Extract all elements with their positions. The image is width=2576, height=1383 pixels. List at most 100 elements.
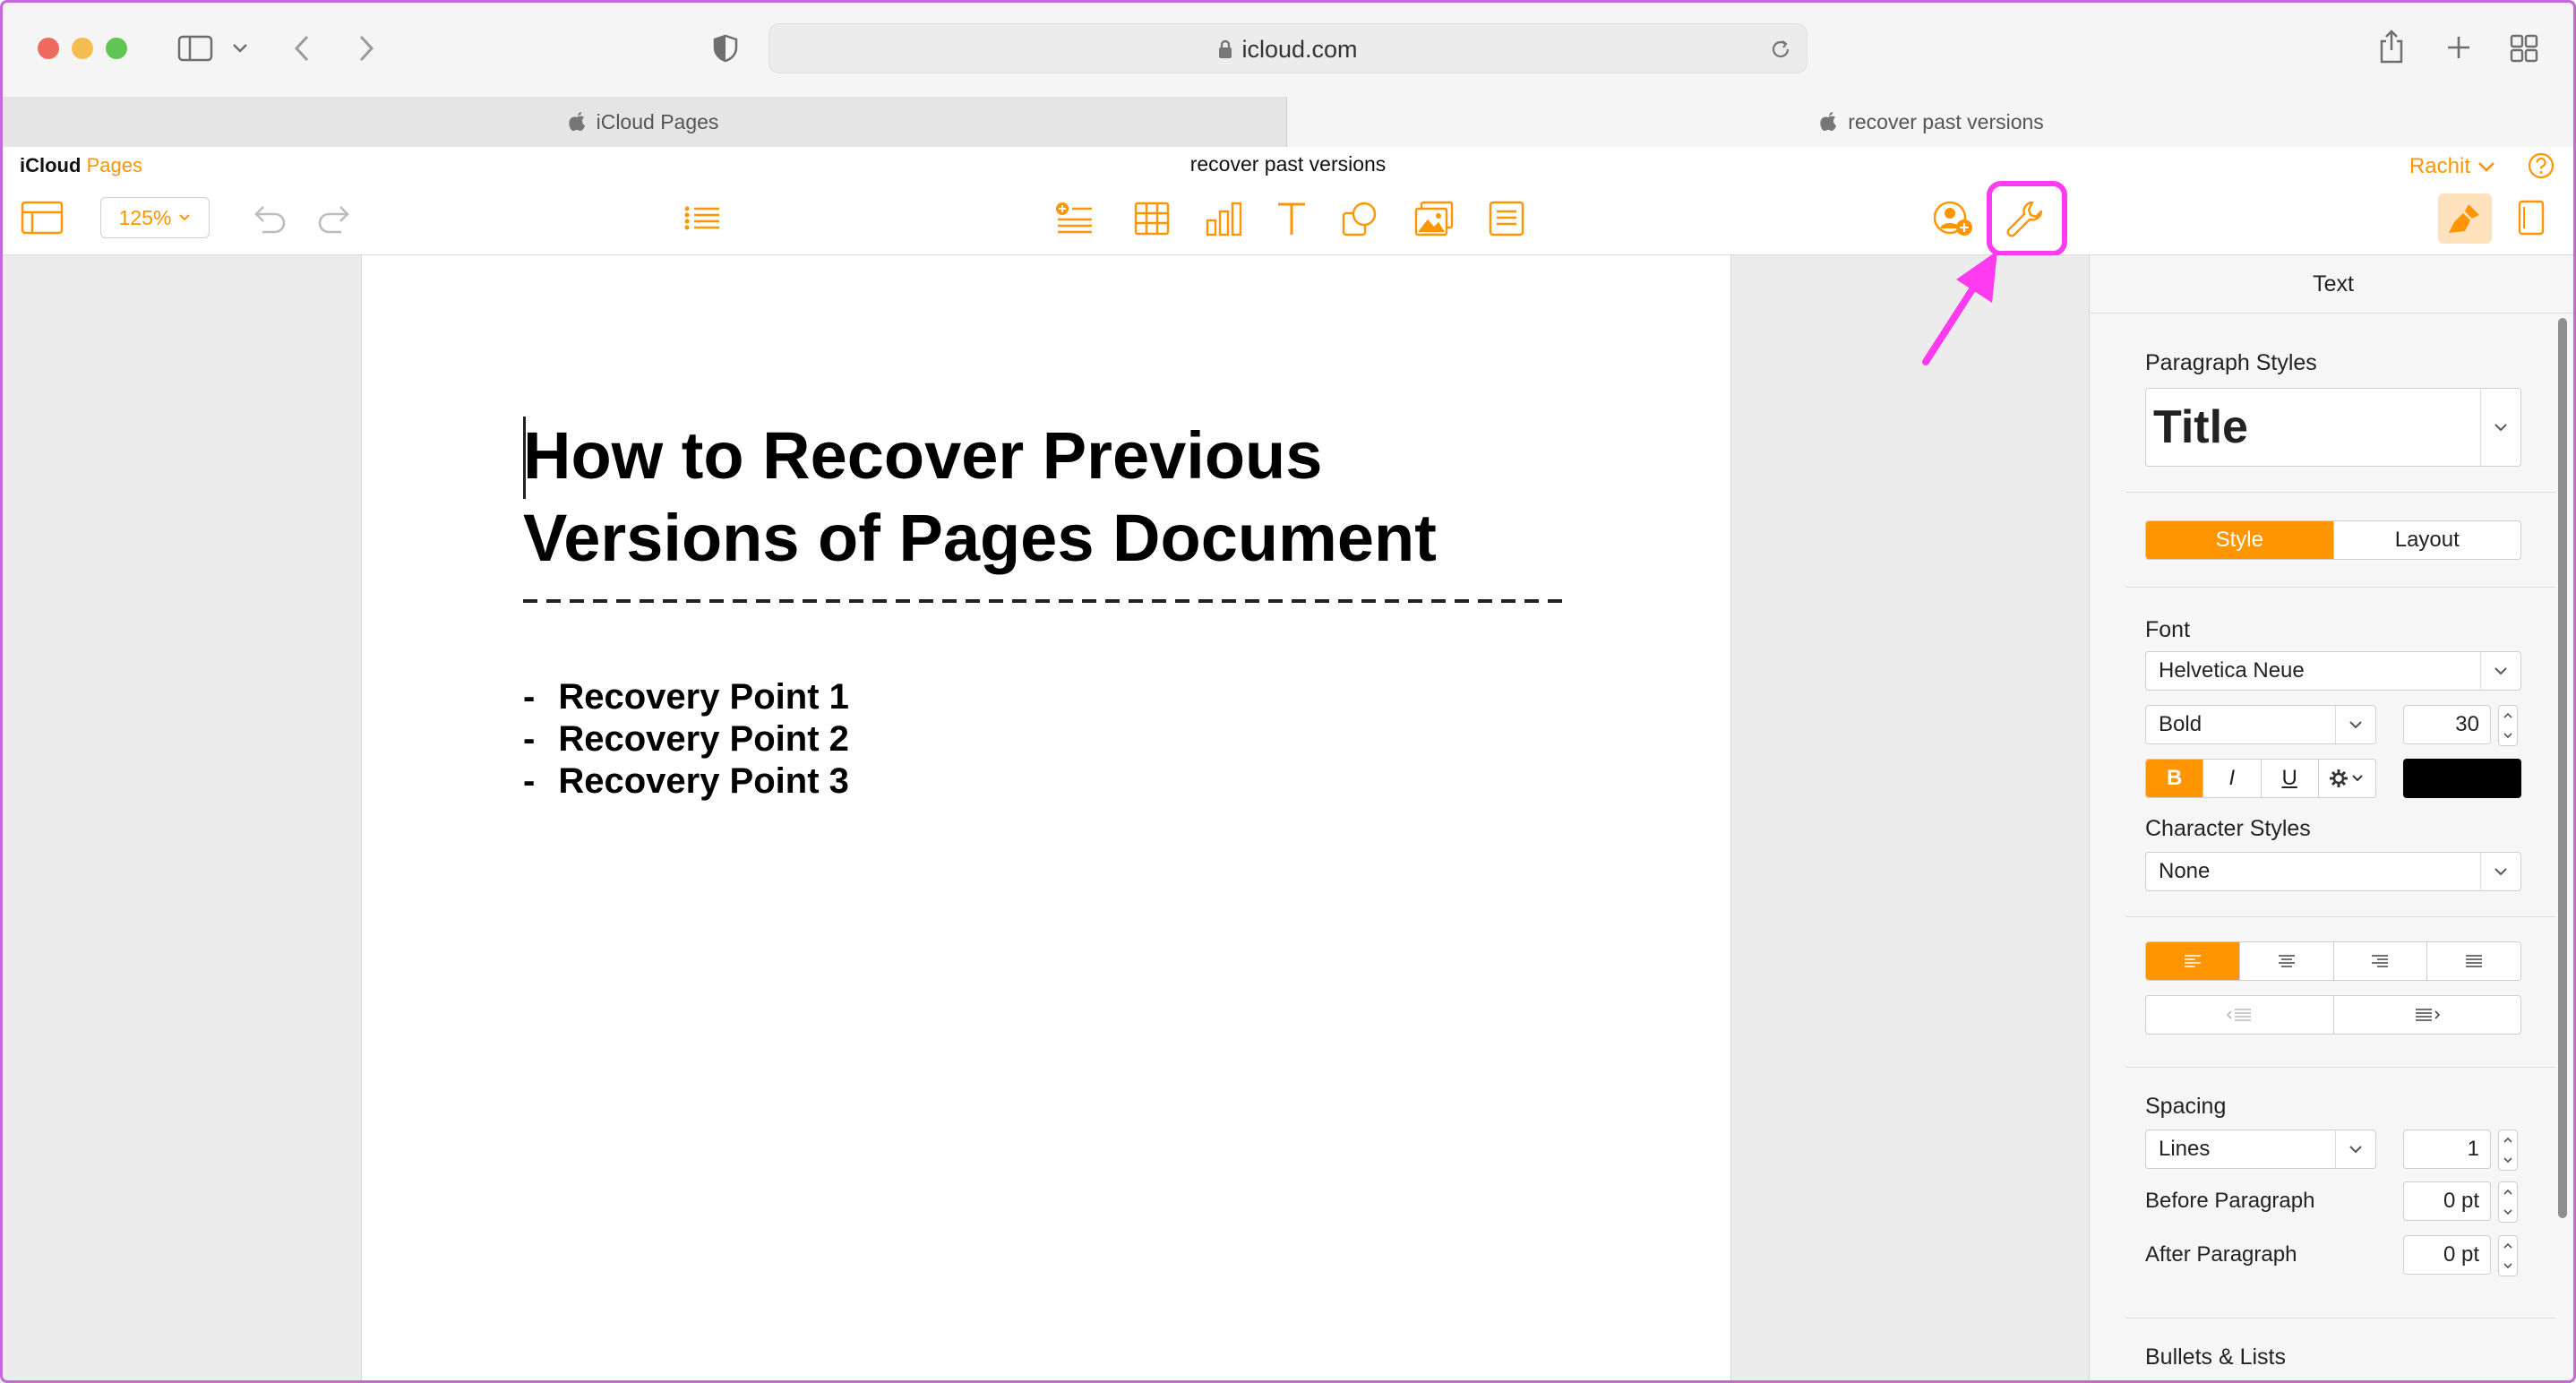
tab-label: recover past versions (1848, 109, 2044, 133)
help-icon[interactable] (2526, 150, 2556, 181)
justify-button[interactable] (2427, 942, 2520, 980)
divider (2125, 1067, 2555, 1068)
zoom-window-button[interactable] (106, 38, 127, 59)
divider (2125, 916, 2555, 917)
list-item: - Recovery Point 3 (523, 761, 849, 801)
shape-icon[interactable] (1340, 199, 1379, 238)
document-icon[interactable] (2515, 197, 2547, 238)
new-tab-icon[interactable] (2443, 32, 2474, 63)
align-center-icon (2278, 955, 2295, 967)
character-styles-label: Character Styles (2145, 816, 2311, 841)
after-paragraph-stepper[interactable] (2498, 1235, 2518, 1276)
chevron-down-icon (2478, 162, 2494, 172)
divider (2125, 492, 2555, 493)
forward-icon[interactable] (353, 32, 380, 64)
tab-bar: iCloud Pages recover past versions (0, 97, 2576, 148)
inspector-header: Text (2090, 255, 2576, 314)
after-paragraph-field[interactable]: 0 pt (2403, 1235, 2491, 1275)
document-title[interactable]: recover past versions (0, 152, 2576, 176)
before-paragraph-field[interactable]: 0 pt (2403, 1181, 2491, 1221)
text-color-well[interactable] (2403, 759, 2521, 798)
style-layout-tabs: Style Layout (2145, 520, 2521, 560)
align-left-button[interactable] (2146, 942, 2240, 980)
address-bar[interactable]: icloud.com (769, 23, 1807, 73)
align-left-icon (2184, 955, 2201, 967)
pages-toolbar: iCloud Pages recover past versions Rachi… (0, 147, 2576, 255)
underline-button[interactable]: U (2262, 760, 2319, 797)
bullet-list[interactable]: - Recovery Point 1 - Recovery Point 2 - Rec… (523, 676, 849, 803)
character-style-select[interactable]: None (2145, 852, 2521, 891)
comment-icon[interactable] (1487, 199, 1526, 238)
chart-icon[interactable] (1204, 199, 1243, 238)
align-center-button[interactable] (2240, 942, 2334, 980)
spacing-label: Spacing (2145, 1094, 2227, 1119)
chevron-down-icon (2494, 667, 2507, 675)
chevron-up-icon (2503, 1242, 2512, 1249)
sidebar-view-icon[interactable] (20, 199, 64, 236)
italic-button[interactable]: I (2203, 760, 2262, 797)
chevron-down-icon (2503, 1209, 2512, 1215)
bullets-lists-label[interactable]: Bullets & Lists (2145, 1344, 2286, 1370)
font-size-stepper[interactable] (2498, 705, 2518, 746)
chevron-down-icon (2503, 733, 2512, 739)
tab-label: iCloud Pages (596, 109, 719, 133)
undo-icon[interactable] (247, 202, 288, 235)
close-window-button[interactable] (38, 38, 59, 59)
table-icon[interactable] (1132, 201, 1172, 236)
chevron-up-icon (2503, 1137, 2512, 1143)
share-icon[interactable] (2375, 27, 2408, 66)
spacing-mode-select[interactable]: Lines (2145, 1130, 2376, 1169)
text-format-buttons: B I U (2145, 759, 2376, 798)
format-brush-icon[interactable] (2438, 193, 2492, 244)
align-right-icon (2372, 955, 2389, 967)
increase-indent-button[interactable] (2334, 996, 2521, 1034)
collaborate-icon[interactable] (1931, 199, 1976, 238)
reload-icon[interactable] (1767, 36, 1794, 63)
chevron-down-icon (2349, 721, 2362, 729)
decrease-indent-button[interactable] (2146, 996, 2334, 1034)
font-size-field[interactable]: 30 (2403, 705, 2491, 744)
alignment-buttons (2145, 941, 2521, 981)
sidebar-toggle-icon[interactable] (176, 34, 215, 63)
font-weight-select[interactable]: Bold (2145, 705, 2376, 744)
browser-toolbar: icloud.com (0, 0, 2576, 98)
zoom-select[interactable]: 125% (100, 197, 210, 238)
text-options-button[interactable] (2319, 760, 2375, 797)
font-family-select[interactable]: Helvetica Neue (2145, 651, 2521, 691)
privacy-shield-icon[interactable] (711, 32, 740, 64)
tab-recover-past-versions[interactable]: recover past versions (1287, 97, 2576, 147)
before-paragraph-label: Before Paragraph (2145, 1189, 2315, 1213)
line-spacing-field[interactable]: 1 (2403, 1130, 2491, 1169)
document-page[interactable]: How to Recover Previous Versions of Page… (361, 255, 1731, 1383)
apple-icon (568, 112, 585, 131)
paragraph-styles-label: Paragraph Styles (2145, 350, 2317, 375)
paragraph-style-select[interactable]: Title (2145, 388, 2521, 467)
before-paragraph-stepper[interactable] (2498, 1181, 2518, 1223)
user-menu[interactable]: Rachit (2409, 154, 2495, 179)
chevron-down-icon[interactable] (229, 39, 251, 57)
bold-button[interactable]: B (2146, 760, 2204, 797)
align-right-button[interactable] (2334, 942, 2428, 980)
chevron-down-icon (2494, 868, 2507, 876)
line-spacing-stepper[interactable] (2498, 1130, 2518, 1171)
chevron-down-icon (2503, 1263, 2512, 1269)
list-icon[interactable] (683, 202, 722, 235)
add-row-icon[interactable] (1053, 199, 1095, 238)
indent-buttons (2145, 995, 2521, 1035)
minimize-window-button[interactable] (72, 38, 93, 59)
divider (2125, 587, 2555, 588)
chevron-up-icon (2503, 1189, 2512, 1195)
inspector-scrollbar[interactable] (2558, 318, 2567, 1218)
url-text: icloud.com (1241, 35, 1358, 63)
redo-icon[interactable] (315, 202, 356, 235)
divider (2125, 1318, 2555, 1319)
tab-icloud-pages[interactable]: iCloud Pages (0, 97, 1287, 147)
back-icon[interactable] (288, 32, 315, 64)
tab-style[interactable]: Style (2146, 521, 2334, 559)
document-heading[interactable]: How to Recover Previous Versions of Page… (523, 415, 1643, 580)
tab-overview-icon[interactable] (2508, 32, 2540, 64)
tab-layout[interactable]: Layout (2334, 521, 2521, 559)
text-icon[interactable] (1274, 199, 1309, 238)
chevron-down-icon (2494, 424, 2507, 432)
media-icon[interactable] (1413, 199, 1455, 238)
